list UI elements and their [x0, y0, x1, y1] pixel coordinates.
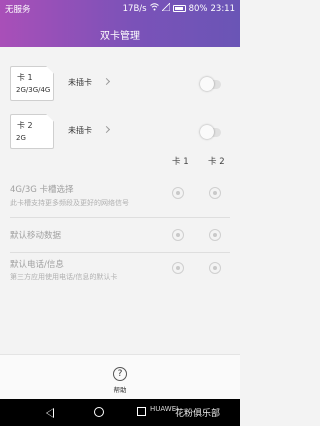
radio-dot — [213, 266, 217, 270]
battery-level: 80% — [188, 3, 208, 14]
huawei-logo: HUAWEI — [150, 405, 179, 413]
sim-1-toggle[interactable] — [200, 77, 221, 91]
status-icons: 17B/s 80% 23:11 — [122, 2, 236, 14]
help-label: 帮助 — [113, 386, 127, 394]
sim-status: 未插卡 — [68, 78, 92, 87]
column-header-card-1: 卡 1 — [172, 157, 189, 167]
network-speed: 17B/s — [122, 3, 147, 14]
radio-dot — [176, 191, 180, 195]
sim-card-icon: 卡 2 2G — [10, 114, 54, 149]
settings-content: 卡 1 2G/3G/4G 未插卡 卡 2 2G 未插卡 卡 1 卡 2 4G/3… — [0, 47, 240, 354]
option-default-data: 默认移动数据 — [0, 218, 240, 252]
radio-card-1[interactable] — [172, 229, 184, 241]
sim-card-icon: 卡 1 2G/3G/4G — [10, 66, 54, 101]
option-subtitle: 第三方应用使用电话/信息的默认卡 — [10, 273, 118, 281]
battery-icon — [172, 5, 186, 12]
title-bar: 无服务 17B/s 80% 23:11 双卡管理 — [0, 0, 240, 47]
sim-card-2-row[interactable]: 卡 2 2G 未插卡 — [0, 107, 240, 155]
sim-2-toggle[interactable] — [200, 125, 221, 139]
option-title: 默认电话/信息 — [10, 260, 64, 270]
sim-network: 2G/3G/4G — [16, 86, 51, 94]
help-icon[interactable]: ? — [113, 367, 127, 381]
wifi-icon — [149, 3, 159, 14]
back-icon[interactable] — [46, 408, 54, 418]
recents-icon[interactable] — [137, 407, 146, 416]
radio-card-2[interactable] — [209, 262, 221, 274]
carrier-status: 无服务 — [5, 5, 31, 15]
radio-dot — [213, 191, 217, 195]
home-icon[interactable] — [94, 407, 104, 417]
radio-dot — [213, 233, 217, 237]
radio-card-2[interactable] — [209, 229, 221, 241]
radio-card-1[interactable] — [172, 262, 184, 274]
sim-network: 2G — [16, 134, 26, 142]
radio-card-1[interactable] — [172, 187, 184, 199]
chevron-right-icon — [102, 77, 111, 86]
sim-card-1-row[interactable]: 卡 1 2G/3G/4G 未插卡 — [0, 59, 240, 107]
radio-dot — [176, 233, 180, 237]
radio-dot — [176, 266, 180, 270]
option-default-call: 默认电话/信息 第三方应用使用电话/信息的默认卡 — [0, 253, 240, 293]
help-bar[interactable]: ? 帮助 — [0, 354, 240, 399]
option-slot-select: 4G/3G 卡槽选择 此卡槽支持更多频段及更好的网络信号 — [0, 177, 240, 217]
option-subtitle: 此卡槽支持更多频段及更好的网络信号 — [10, 199, 129, 207]
page-title: 双卡管理 — [100, 31, 140, 42]
sim-name: 卡 2 — [17, 121, 33, 130]
sim-name: 卡 1 — [17, 73, 33, 82]
option-title: 4G/3G 卡槽选择 — [10, 185, 74, 195]
watermark-text: 花粉俱乐部 — [175, 409, 221, 419]
clock: 23:11 — [210, 3, 236, 14]
sim-status: 未插卡 — [68, 126, 92, 135]
signal-icon — [160, 2, 170, 14]
navigation-bar: HUAWEI 花粉俱乐部 — [0, 399, 240, 426]
chevron-right-icon — [102, 125, 111, 134]
column-header-card-2: 卡 2 — [208, 157, 225, 167]
radio-card-2[interactable] — [209, 187, 221, 199]
toggle-knob — [200, 125, 214, 139]
option-title: 默认移动数据 — [10, 231, 62, 241]
toggle-knob — [200, 77, 214, 91]
